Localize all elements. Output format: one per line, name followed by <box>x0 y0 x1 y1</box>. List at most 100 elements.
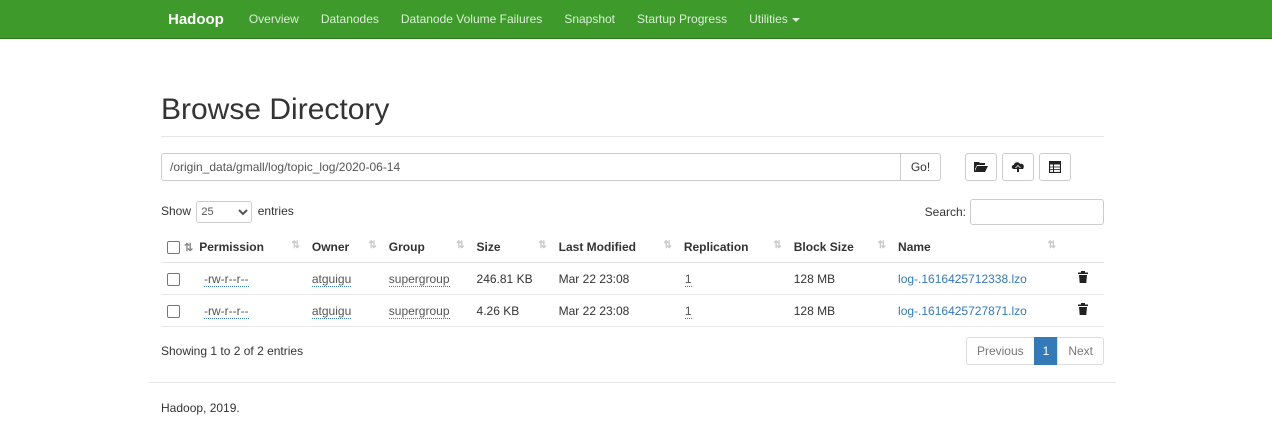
go-button[interactable]: Go! <box>901 153 941 181</box>
table-header-row: ⇅ Permission ⇅ Owner ⇅ Group ⇅ Size ⇅ Last Mo… <box>161 232 1104 263</box>
navbar: Hadoop Overview Datanodes Datanode Volum… <box>0 0 1272 39</box>
table-icon <box>1049 161 1061 173</box>
main-container: Browse Directory Go! <box>161 90 1104 365</box>
select-all-header <box>161 232 180 263</box>
show-label: Show <box>161 204 192 218</box>
block-size-cell: 128 MB <box>787 262 893 295</box>
actions-cell <box>1062 262 1104 295</box>
sort-icon: ⇅ <box>184 242 194 254</box>
column-block-size-label: Block Size <box>793 240 854 254</box>
select-all-checkbox[interactable] <box>167 241 180 255</box>
page-1-button[interactable]: 1 <box>1033 337 1059 365</box>
next-page-button[interactable]: Next <box>1057 337 1104 365</box>
sort-icon: ⇅ <box>291 240 300 251</box>
replication-value[interactable]: 1 <box>684 271 692 287</box>
footer-divider <box>149 382 1116 383</box>
path-bar: Go! <box>161 153 1104 181</box>
group-cell: supergroup <box>382 262 471 295</box>
file-name-link[interactable]: log-.1616425727871.lzo <box>898 304 1027 318</box>
title-divider <box>161 136 1104 137</box>
permission-cell: -rw-r--r-- <box>180 294 306 327</box>
permission-cell: -rw-r--r-- <box>180 262 306 295</box>
replication-cell: 1 <box>677 262 788 295</box>
entries-label: entries <box>257 204 294 218</box>
block-size-cell: 128 MB <box>787 294 893 327</box>
sort-icon: ⇅ <box>773 240 782 251</box>
column-permission-label: Permission <box>199 240 264 254</box>
group-cell: supergroup <box>382 294 471 327</box>
table-row: -rw-r--r-- atguigu supergroup 4.26 KB Ma… <box>161 294 1104 327</box>
directory-path-input[interactable] <box>161 153 901 181</box>
size-cell: 246.81 KB <box>470 262 553 295</box>
cut-paste-button[interactable] <box>1039 153 1071 181</box>
table-footer: Showing 1 to 2 of 2 entries Previous 1 N… <box>161 337 1104 365</box>
search-input[interactable] <box>970 199 1104 225</box>
brand-link[interactable]: Hadoop <box>162 11 230 28</box>
size-cell: 4.26 KB <box>470 294 553 327</box>
nav-startup-progress[interactable]: Startup Progress <box>626 12 738 26</box>
permission-value[interactable]: -rw-r--r-- <box>204 303 249 319</box>
nav-snapshot[interactable]: Snapshot <box>553 12 626 26</box>
actions-cell <box>1062 294 1104 327</box>
folder-open-icon <box>974 162 988 172</box>
row-checkbox[interactable] <box>167 272 180 286</box>
owner-cell: atguigu <box>305 262 383 295</box>
previous-page-button[interactable]: Previous <box>965 337 1035 365</box>
column-size-label: Size <box>476 240 501 254</box>
modified-cell: Mar 22 23:08 <box>552 262 678 295</box>
column-block-size[interactable]: Block Size ⇅ <box>787 232 893 263</box>
trash-icon[interactable] <box>1078 271 1088 283</box>
replication-value[interactable]: 1 <box>684 303 692 319</box>
sort-icon: ⇅ <box>663 240 672 251</box>
nav-utilities-dropdown[interactable]: Utilities <box>738 12 811 26</box>
search-control: Search: <box>925 199 1104 225</box>
nav-datanode-volume-failures[interactable]: Datanode Volume Failures <box>390 12 553 26</box>
copyright-text: Hadoop, 2019. <box>161 401 240 415</box>
search-label: Search: <box>924 205 966 219</box>
entries-length-control: Show 25 entries <box>161 201 294 223</box>
entries-per-page-select[interactable]: 25 <box>196 201 253 223</box>
replication-cell: 1 <box>677 294 788 327</box>
column-last-modified-label: Last Modified <box>558 240 636 254</box>
column-owner[interactable]: Owner ⇅ <box>305 232 383 263</box>
column-owner-label: Owner <box>311 240 350 254</box>
column-permission[interactable]: ⇅ Permission ⇅ <box>180 232 306 263</box>
column-size[interactable]: Size ⇅ <box>470 232 553 263</box>
table-controls: Show 25 entries Search: <box>161 199 1104 225</box>
owner-cell: atguigu <box>305 294 383 327</box>
toolbar <box>965 153 1071 181</box>
column-actions <box>1062 232 1104 263</box>
upload-button[interactable] <box>1002 153 1034 181</box>
create-directory-button[interactable] <box>965 153 997 181</box>
table-row: -rw-r--r-- atguigu supergroup 246.81 KB … <box>161 262 1104 295</box>
column-replication[interactable]: Replication ⇅ <box>677 232 788 263</box>
owner-value[interactable]: atguigu <box>311 271 352 287</box>
row-select-cell <box>161 262 180 295</box>
file-name-link[interactable]: log-.1616425712338.lzo <box>898 272 1027 286</box>
permission-value[interactable]: -rw-r--r-- <box>204 271 249 287</box>
trash-icon[interactable] <box>1078 303 1088 315</box>
nav-datanodes[interactable]: Datanodes <box>310 12 390 26</box>
column-name[interactable]: Name ⇅ <box>892 232 1062 263</box>
pagination: Previous 1 Next <box>965 337 1104 365</box>
owner-value[interactable]: atguigu <box>311 303 352 319</box>
entries-summary: Showing 1 to 2 of 2 entries <box>161 344 304 358</box>
column-group-label: Group <box>388 240 425 254</box>
row-checkbox[interactable] <box>167 304 180 318</box>
sort-icon: ⇅ <box>538 240 547 251</box>
name-cell: log-.1616425727871.lzo <box>892 294 1062 327</box>
column-last-modified[interactable]: Last Modified ⇅ <box>552 232 678 263</box>
upload-cloud-icon <box>1011 162 1024 172</box>
modified-cell: Mar 22 23:08 <box>552 294 678 327</box>
sort-icon: ⇅ <box>1047 240 1056 251</box>
column-replication-label: Replication <box>683 240 749 254</box>
nav-overview[interactable]: Overview <box>238 12 310 26</box>
file-table: ⇅ Permission ⇅ Owner ⇅ Group ⇅ Size ⇅ Last Mo… <box>161 232 1104 327</box>
sort-icon: ⇅ <box>877 240 887 251</box>
sort-icon: ⇅ <box>456 240 465 251</box>
column-group[interactable]: Group ⇅ <box>382 232 471 263</box>
name-cell: log-.1616425712338.lzo <box>892 262 1062 295</box>
group-value[interactable]: supergroup <box>388 271 450 287</box>
group-value[interactable]: supergroup <box>388 303 450 319</box>
column-name-label: Name <box>898 240 931 254</box>
